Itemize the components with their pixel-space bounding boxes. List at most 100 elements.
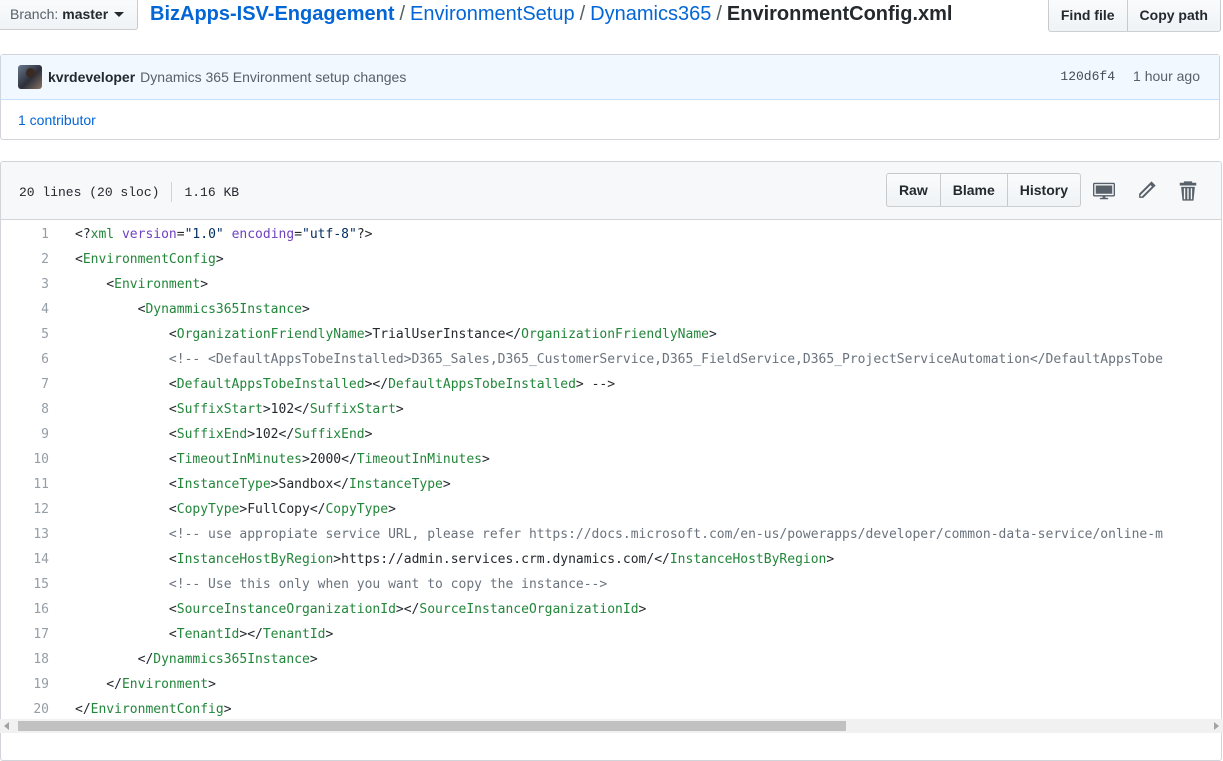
line-number[interactable]: 7 [1,372,75,397]
trash-icon[interactable] [1177,180,1199,202]
code-line: 15 <!-- Use this only when you want to c… [1,572,1221,597]
line-code: <Dynammics365Instance> [75,302,310,317]
line-code: <EnvironmentConfig> [75,252,224,267]
line-code: <InstanceType>Sandbox</InstanceType> [75,477,451,492]
code-line: 3 <Environment> [1,272,1221,297]
file-nav-buttons: Find file Copy path [1047,0,1221,32]
line-number[interactable]: 10 [1,447,75,472]
pencil-icon[interactable] [1135,180,1157,202]
commit-time: 1 hour ago [1133,68,1200,84]
line-number[interactable]: 9 [1,422,75,447]
raw-button[interactable]: Raw [885,173,941,207]
line-code: <SuffixEnd>102</SuffixEnd> [75,427,373,442]
line-code: <SourceInstanceOrganizationId></SourceIn… [75,602,647,617]
line-number[interactable]: 11 [1,472,75,497]
line-code: <TenantId></TenantId> [75,627,334,642]
desktop-icon[interactable] [1093,180,1115,202]
file-navigation: Branch: master BizApps-ISV-Engagement / En… [0,0,1223,32]
commit-author-link[interactable]: kvrdeveloper [48,69,135,85]
file-info-divider [171,182,173,202]
code-line: 14 <InstanceHostByRegion>https://admin.s… [1,547,1221,572]
avatar[interactable] [18,65,42,89]
code-line: 1 <?xml version="1.0" encoding="utf-8"?> [1,222,1221,247]
commit-box: kvrdeveloper Dynamics 365 Environment se… [0,54,1220,140]
code-line: 7 <DefaultAppsTobeInstalled></DefaultApp… [1,372,1221,397]
code-view: 1 <?xml version="1.0" encoding="utf-8"?> 2… [1,220,1221,722]
code-line: 18 </Dynammics365Instance> [1,647,1221,672]
contributors-link[interactable]: 1 contributor [18,112,96,128]
file-header: 20 lines (20 sloc) 1.16 KB Raw Blame His… [1,162,1221,220]
blame-button[interactable]: Blame [940,173,1008,207]
line-number[interactable]: 18 [1,647,75,672]
line-code: </Dynammics365Instance> [75,652,318,667]
line-number[interactable]: 3 [1,272,75,297]
line-code: <OrganizationFriendlyName>TrialUserInsta… [75,327,717,342]
breadcrumb-separator: / [579,3,586,25]
find-file-button[interactable]: Find file [1047,0,1128,32]
scroll-left-icon[interactable] [4,722,9,730]
line-code: </Environment> [75,677,216,692]
breadcrumb-separator: / [399,3,406,25]
line-code: <InstanceHostByRegion>https://admin.serv… [75,552,835,567]
copy-path-button[interactable]: Copy path [1127,0,1221,32]
code-line: 17 <TenantId></TenantId> [1,622,1221,647]
code-line: 11 <InstanceType>Sandbox</InstanceType> [1,472,1221,497]
code-line: 10 <TimeoutInMinutes>2000</TimeoutInMinu… [1,447,1221,472]
line-code: <!-- use appropiate service URL, please … [168,527,1163,542]
line-code: <CopyType>FullCopy</CopyType> [75,502,396,517]
line-code: <!-- <DefaultAppsTobeInstalled>D365_Sale… [168,352,1163,367]
code-line: 2 <EnvironmentConfig> [1,247,1221,272]
breadcrumb-folder-link[interactable]: Dynamics365 [590,3,711,25]
line-code: <SuffixStart>102</SuffixStart> [75,402,404,417]
file-box: 20 lines (20 sloc) 1.16 KB Raw Blame His… [0,161,1222,761]
line-code: <!-- Use this only when you want to copy… [168,577,608,592]
caret-down-icon [114,11,125,17]
code-line: 13 <!-- use appropiate service URL, plea… [1,522,1221,547]
scroll-right-icon[interactable] [1214,722,1219,730]
code-line: 12 <CopyType>FullCopy</CopyType> [1,497,1221,522]
breadcrumb-file-name: EnvironmentConfig.xml [726,3,953,25]
commit-message-link[interactable]: Dynamics 365 Environment setup changes [140,69,406,85]
code-line: 4 <Dynammics365Instance> [1,297,1221,322]
line-number[interactable]: 8 [1,397,75,422]
line-number[interactable]: 4 [1,297,75,322]
code-line: 9 <SuffixEnd>102</SuffixEnd> [1,422,1221,447]
breadcrumb-repo-link[interactable]: BizApps-ISV-Engagement [150,3,394,25]
breadcrumb-folder-link[interactable]: EnvironmentSetup [410,3,575,25]
commit-tease: kvrdeveloper Dynamics 365 Environment se… [1,55,1219,100]
code-line: 5 <OrganizationFriendlyName>TrialUserIns… [1,322,1221,347]
branch-prefix: Branch: [10,6,59,22]
line-number[interactable]: 13 [1,522,75,547]
code-line: 6 <!-- <DefaultAppsTobeInstalled>D365_Sa… [1,347,1221,372]
line-code: <?xml version="1.0" encoding="utf-8"?> [75,227,373,242]
line-number[interactable]: 6 [1,347,75,372]
line-number[interactable]: 14 [1,547,75,572]
breadcrumb: BizApps-ISV-Engagement / EnvironmentSetup /… [150,3,952,26]
line-number[interactable]: 2 [1,247,75,272]
line-number[interactable]: 17 [1,622,75,647]
line-code: <DefaultAppsTobeInstalled></DefaultAppsT… [75,377,616,392]
line-code: <Environment> [75,277,209,292]
commit-sha-link[interactable]: 120d6f4 [1060,69,1115,84]
file-actions: Raw Blame History [885,173,1081,207]
scrollbar-thumb[interactable] [18,721,846,731]
breadcrumb-separator: / [716,3,722,25]
line-number[interactable]: 12 [1,497,75,522]
horizontal-scrollbar[interactable] [0,719,1223,733]
file-info: 20 lines (20 sloc) 1.16 KB [19,182,239,202]
file-line-count: 20 lines (20 sloc) [19,184,160,200]
code-line: 19 </Environment> [1,672,1221,697]
branch-name: master [62,6,109,22]
code-line: 8 <SuffixStart>102</SuffixStart> [1,397,1221,422]
line-number[interactable]: 19 [1,672,75,697]
code-line: 16 <SourceInstanceOrganizationId></Sourc… [1,597,1221,622]
line-code: <TimeoutInMinutes>2000</TimeoutInMinutes… [75,452,490,467]
line-number[interactable]: 15 [1,572,75,597]
line-number[interactable]: 1 [1,222,75,247]
line-number[interactable]: 5 [1,322,75,347]
line-number[interactable]: 16 [1,597,75,622]
file-size: 1.16 KB [184,184,240,200]
contributors-row: 1 contributor [1,100,1219,140]
branch-select-button[interactable]: Branch: master [0,0,138,30]
history-button[interactable]: History [1007,173,1081,207]
